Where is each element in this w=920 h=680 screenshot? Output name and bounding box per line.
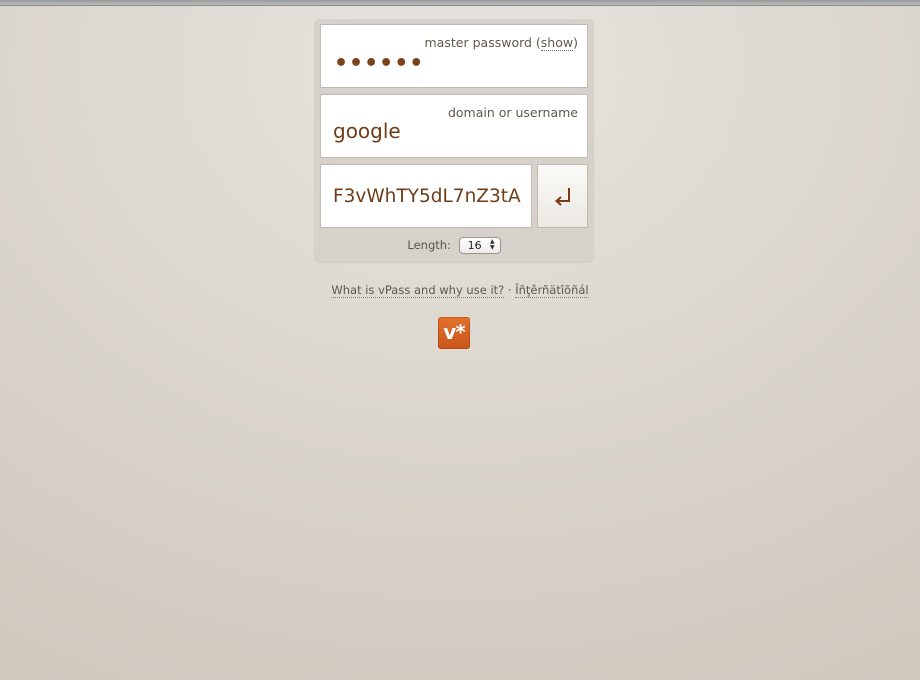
window-top-bar [0,0,920,6]
length-label: Length: [407,238,451,252]
domain-value[interactable]: google [333,119,401,143]
select-arrows-icon: ▲ ▼ [489,238,495,251]
length-select[interactable]: 16 ▲ ▼ [458,237,501,254]
master-password-value[interactable]: •••••• [334,51,424,76]
vpass-logo: v* [438,317,470,349]
length-row: Length: 16 ▲ ▼ [314,237,594,254]
master-password-field[interactable]: master password (show) •••••• [320,24,588,88]
generate-button[interactable] [537,164,588,228]
generated-password-value[interactable]: F3vWhTY5dL7nZ3tA [333,186,521,207]
domain-label: domain or username [447,105,578,120]
vpass-panel: master password (show) •••••• domain or … [314,18,594,262]
generated-password-field[interactable]: F3vWhTY5dL7nZ3tA [320,164,532,228]
master-password-label-text: master password ( [424,35,541,50]
show-password-link[interactable]: show [540,35,574,51]
footer-separator: · [504,283,516,297]
master-password-label: master password (show) [424,35,578,51]
length-selected-value: 16 [467,239,482,252]
master-password-label-close: ) [573,35,578,50]
domain-field[interactable]: domain or username google [320,94,588,158]
footer-links: What is vPass and why use it? · Îñţêrñät… [0,283,920,298]
international-link[interactable]: Îñţêrñätîõñál [515,283,589,298]
about-link[interactable]: What is vPass and why use it? [331,283,505,298]
